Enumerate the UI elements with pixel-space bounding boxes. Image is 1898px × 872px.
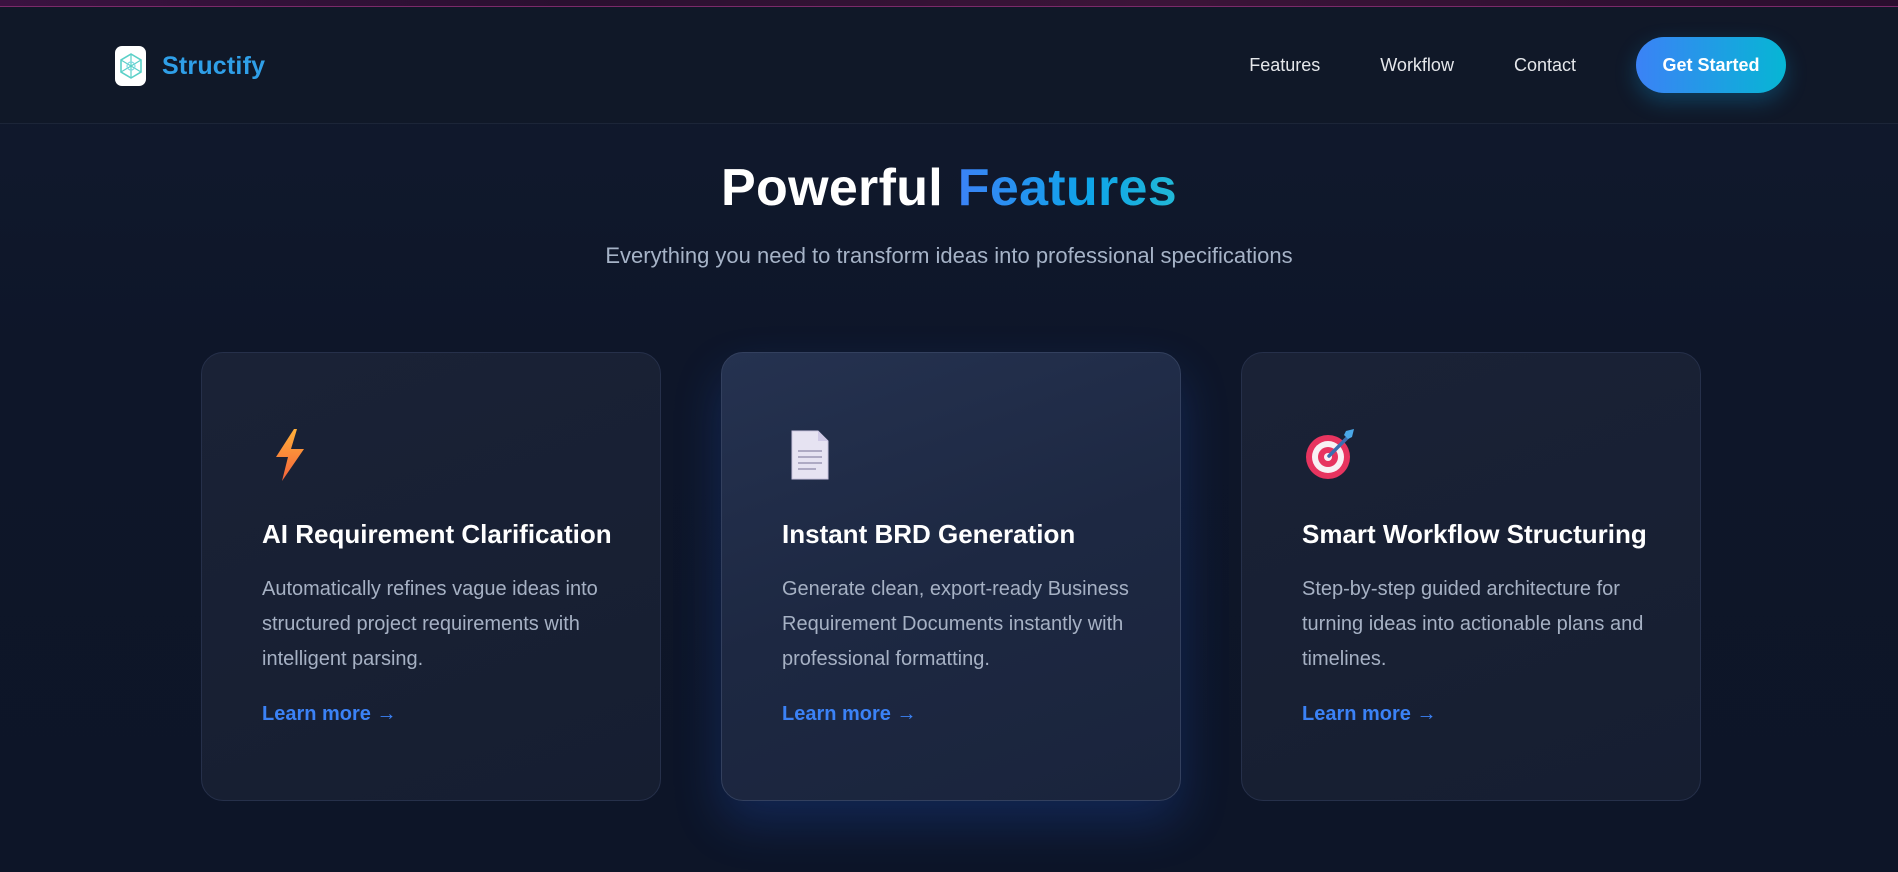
learn-more-link[interactable]: Learn more → bbox=[1302, 703, 1436, 726]
target-icon bbox=[1306, 429, 1354, 479]
logo-icon bbox=[115, 46, 146, 86]
card-description: Automatically refines vague ideas into s… bbox=[262, 578, 598, 670]
card-description: Generate clean, export-ready Business Re… bbox=[782, 578, 1129, 670]
main-nav: Features Workflow Contact Get Started bbox=[1249, 37, 1786, 93]
brand[interactable]: Structify bbox=[115, 45, 265, 87]
card-description: Step-by-step guided architecture for tur… bbox=[1302, 578, 1644, 670]
feature-card-ai-clarification: AI Requirement Clarification Automatical… bbox=[201, 352, 661, 801]
card-title: Instant BRD Generation bbox=[782, 519, 1076, 549]
nav-link-features[interactable]: Features bbox=[1249, 55, 1320, 76]
feature-card-workflow-structuring: Smart Workflow Structuring Step-by-step … bbox=[1241, 352, 1701, 801]
lightning-icon bbox=[276, 429, 304, 481]
section-title-accent: Features bbox=[957, 159, 1177, 217]
nav-link-contact[interactable]: Contact bbox=[1514, 55, 1576, 76]
card-title: AI Requirement Clarification bbox=[262, 519, 612, 549]
learn-more-link[interactable]: Learn more → bbox=[262, 703, 396, 726]
site-header: Structify Features Workflow Contact Get … bbox=[0, 7, 1898, 124]
get-started-button[interactable]: Get Started bbox=[1636, 37, 1786, 93]
section-title: Powerful Features bbox=[0, 158, 1898, 218]
section-subtitle: Everything you need to transform ideas i… bbox=[605, 243, 1293, 268]
learn-more-link[interactable]: Learn more → bbox=[782, 703, 916, 726]
section-title-main: Powerful bbox=[721, 159, 944, 217]
brand-name: Structify bbox=[162, 51, 266, 80]
top-accent-bar bbox=[0, 0, 1898, 7]
nav-link-workflow[interactable]: Workflow bbox=[1380, 55, 1454, 76]
feature-card-brd-generation: Instant BRD Generation Generate clean, e… bbox=[721, 352, 1181, 801]
document-icon bbox=[791, 430, 829, 480]
card-title: Smart Workflow Structuring bbox=[1302, 519, 1647, 549]
